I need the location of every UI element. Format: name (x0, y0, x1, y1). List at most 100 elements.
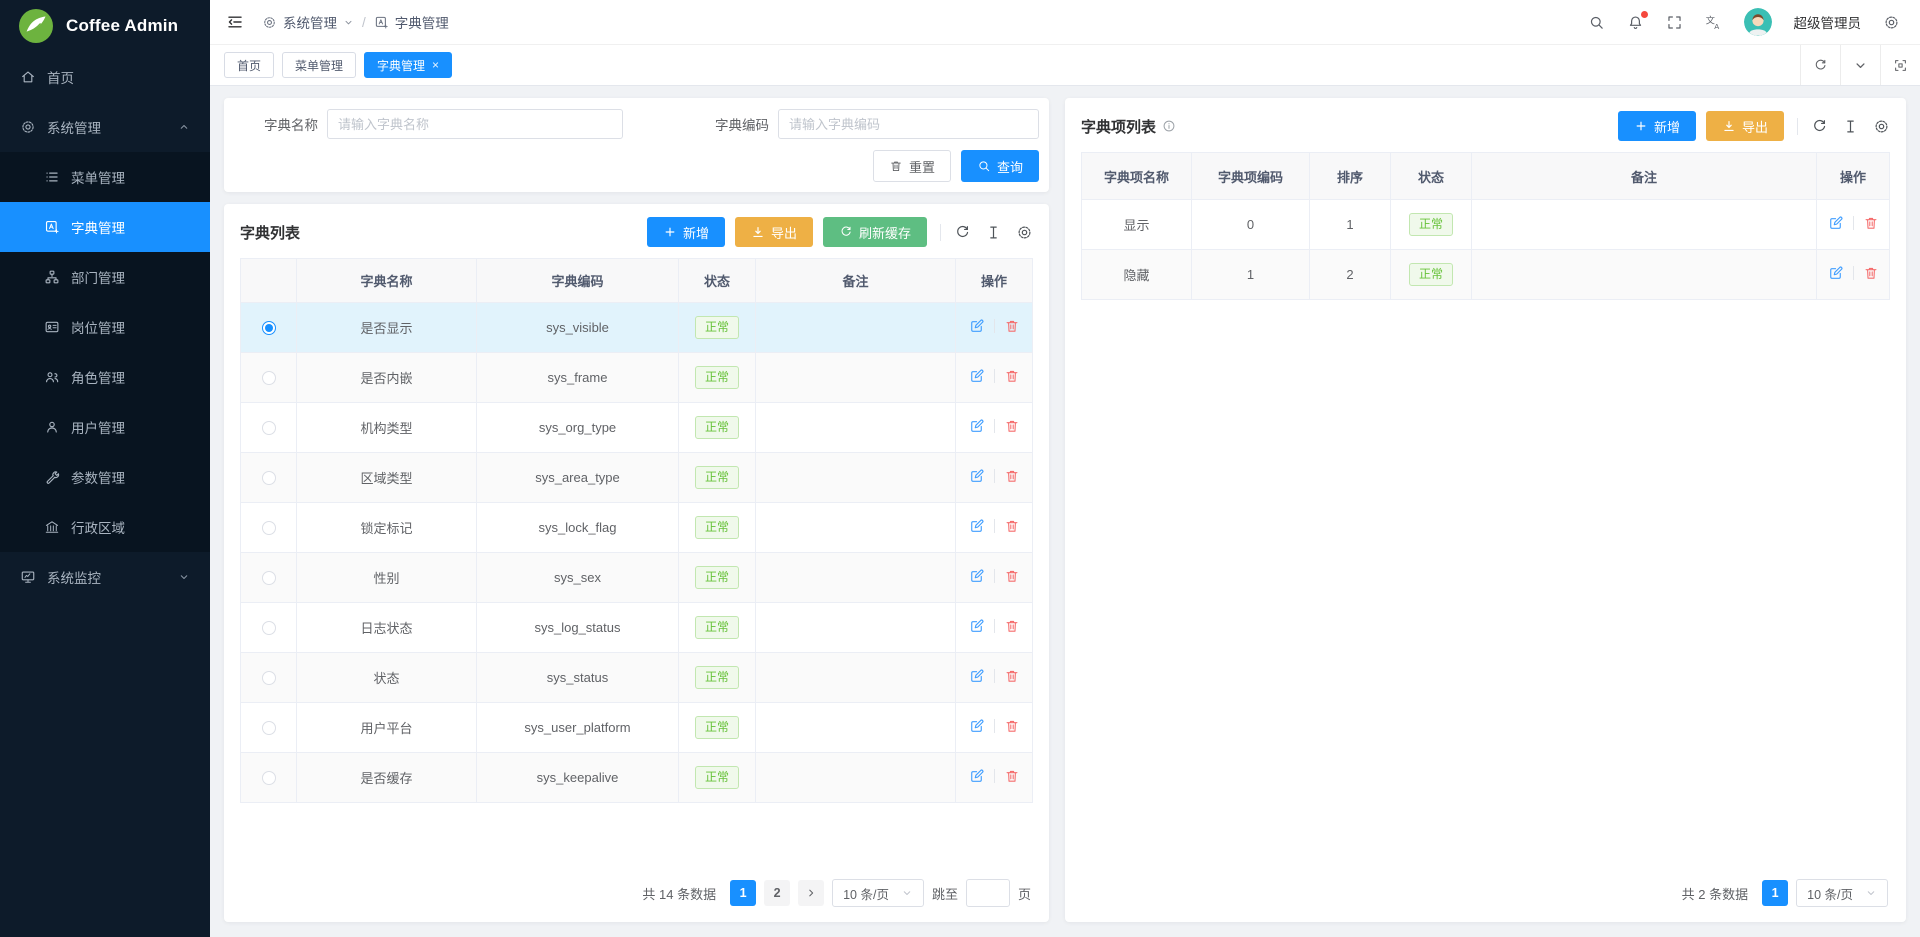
row-height-icon[interactable] (1842, 118, 1859, 135)
sidebar-item-3[interactable]: 字典管理 (0, 202, 210, 252)
page-size-select[interactable]: 10 条/页 (1796, 879, 1888, 907)
delete-button[interactable] (1004, 518, 1020, 534)
dict-code-input[interactable] (778, 109, 1039, 139)
edit-button[interactable] (969, 318, 985, 334)
row-radio[interactable] (262, 571, 276, 585)
info-icon[interactable] (1162, 119, 1176, 133)
page-button-2[interactable]: 2 (764, 880, 790, 906)
table-row[interactable]: 区域类型sys_area_type正常 (241, 453, 1033, 503)
row-radio[interactable] (262, 521, 276, 535)
table-row[interactable]: 机构类型sys_org_type正常 (241, 403, 1033, 453)
export-dict-button[interactable]: 导出 (735, 217, 813, 247)
table-row[interactable]: 隐藏12正常 (1082, 250, 1890, 300)
add-dict-item-button[interactable]: 新增 (1618, 111, 1696, 141)
export-dict-item-button[interactable]: 导出 (1706, 111, 1784, 141)
tab-2[interactable]: 字典管理× (364, 52, 452, 78)
table-row[interactable]: 状态sys_status正常 (241, 653, 1033, 703)
row-radio[interactable] (262, 371, 276, 385)
total-count: 共 14 条数据 (642, 884, 716, 903)
row-radio[interactable] (262, 321, 276, 335)
edit-button[interactable] (969, 618, 985, 634)
row-radio[interactable] (262, 721, 276, 735)
row-radio[interactable] (262, 471, 276, 485)
table-row[interactable]: 显示01正常 (1082, 200, 1890, 250)
sidebar-item-5[interactable]: 岗位管理 (0, 302, 210, 352)
sidebar-item-6[interactable]: 角色管理 (0, 352, 210, 402)
breadcrumb-dict-management[interactable]: 字典管理 (374, 12, 449, 32)
current-user-name[interactable]: 超级管理员 (1794, 12, 1862, 32)
breadcrumb-system-management[interactable]: 系统管理 (262, 12, 354, 32)
delete-button[interactable] (1004, 318, 1020, 334)
refresh-cache-button[interactable]: 刷新缓存 (823, 217, 927, 247)
sidebar-item-9[interactable]: 行政区域 (0, 502, 210, 552)
table-row[interactable]: 是否内嵌sys_frame正常 (241, 353, 1033, 403)
notification-bell-icon[interactable] (1627, 14, 1644, 31)
column-settings-icon[interactable] (1873, 118, 1890, 135)
table-row[interactable]: 日志状态sys_log_status正常 (241, 603, 1033, 653)
table-row[interactable]: 锁定标记sys_lock_flag正常 (241, 503, 1033, 553)
refresh-page-button[interactable] (1800, 45, 1840, 85)
delete-button[interactable] (1004, 668, 1020, 684)
row-radio[interactable] (262, 671, 276, 685)
action-divider (994, 769, 995, 783)
delete-button[interactable] (1004, 368, 1020, 384)
query-button[interactable]: 查询 (961, 150, 1039, 182)
delete-button[interactable] (1004, 768, 1020, 784)
table-row[interactable]: 是否显示sys_visible正常 (241, 303, 1033, 353)
refresh-table-icon[interactable] (954, 224, 971, 241)
edit-button[interactable] (1828, 215, 1844, 231)
avatar[interactable] (1744, 8, 1772, 36)
edit-button[interactable] (969, 668, 985, 684)
page-button-1[interactable]: 1 (1762, 880, 1788, 906)
sidebar-item-2[interactable]: 菜单管理 (0, 152, 210, 202)
edit-button[interactable] (969, 568, 985, 584)
search-icon[interactable] (1588, 14, 1605, 31)
delete-button[interactable] (1863, 265, 1879, 281)
edit-button[interactable] (969, 418, 985, 434)
app-logo[interactable]: Coffee Admin (0, 0, 210, 52)
sidebar-item-4[interactable]: 部门管理 (0, 252, 210, 302)
edit-button[interactable] (969, 518, 985, 534)
dict-name-input[interactable] (327, 109, 623, 139)
maximize-content-button[interactable] (1880, 45, 1920, 85)
table-row[interactable]: 是否缓存sys_keepalive正常 (241, 753, 1033, 803)
fullscreen-icon[interactable] (1666, 14, 1683, 31)
row-radio[interactable] (262, 421, 276, 435)
sidebar-item-10[interactable]: 系统监控 (0, 552, 210, 602)
add-dict-button[interactable]: 新增 (647, 217, 725, 247)
sidebar-item-8[interactable]: 参数管理 (0, 452, 210, 502)
translate-icon[interactable]: 文A (1705, 14, 1722, 31)
edit-button[interactable] (969, 368, 985, 384)
delete-button[interactable] (1004, 568, 1020, 584)
row-radio[interactable] (262, 771, 276, 785)
refresh-table-icon[interactable] (1811, 118, 1828, 135)
close-tab-icon[interactable]: × (432, 59, 439, 71)
tab-0[interactable]: 首页 (224, 52, 274, 78)
collapse-sidebar-icon[interactable] (226, 13, 244, 31)
page-size-select[interactable]: 10 条/页 (832, 879, 924, 907)
delete-button[interactable] (1004, 418, 1020, 434)
edit-button[interactable] (969, 768, 985, 784)
delete-button[interactable] (1004, 618, 1020, 634)
jump-page-input[interactable] (966, 879, 1010, 907)
tab-1[interactable]: 菜单管理 (282, 52, 356, 78)
next-page-button[interactable] (798, 880, 824, 906)
sidebar-item-1[interactable]: 系统管理 (0, 102, 210, 152)
edit-button[interactable] (1828, 265, 1844, 281)
sidebar-item-7[interactable]: 用户管理 (0, 402, 210, 452)
settings-gear-icon[interactable] (1883, 14, 1900, 31)
delete-button[interactable] (1863, 215, 1879, 231)
column-settings-icon[interactable] (1016, 224, 1033, 241)
delete-button[interactable] (1004, 468, 1020, 484)
edit-button[interactable] (969, 468, 985, 484)
table-row[interactable]: 性别sys_sex正常 (241, 553, 1033, 603)
reset-button[interactable]: 重置 (873, 150, 951, 182)
delete-button[interactable] (1004, 718, 1020, 734)
edit-button[interactable] (969, 718, 985, 734)
row-radio[interactable] (262, 621, 276, 635)
row-height-icon[interactable] (985, 224, 1002, 241)
tab-options-button[interactable] (1840, 45, 1880, 85)
page-button-1[interactable]: 1 (730, 880, 756, 906)
table-row[interactable]: 用户平台sys_user_platform正常 (241, 703, 1033, 753)
sidebar-item-0[interactable]: 首页 (0, 52, 210, 102)
